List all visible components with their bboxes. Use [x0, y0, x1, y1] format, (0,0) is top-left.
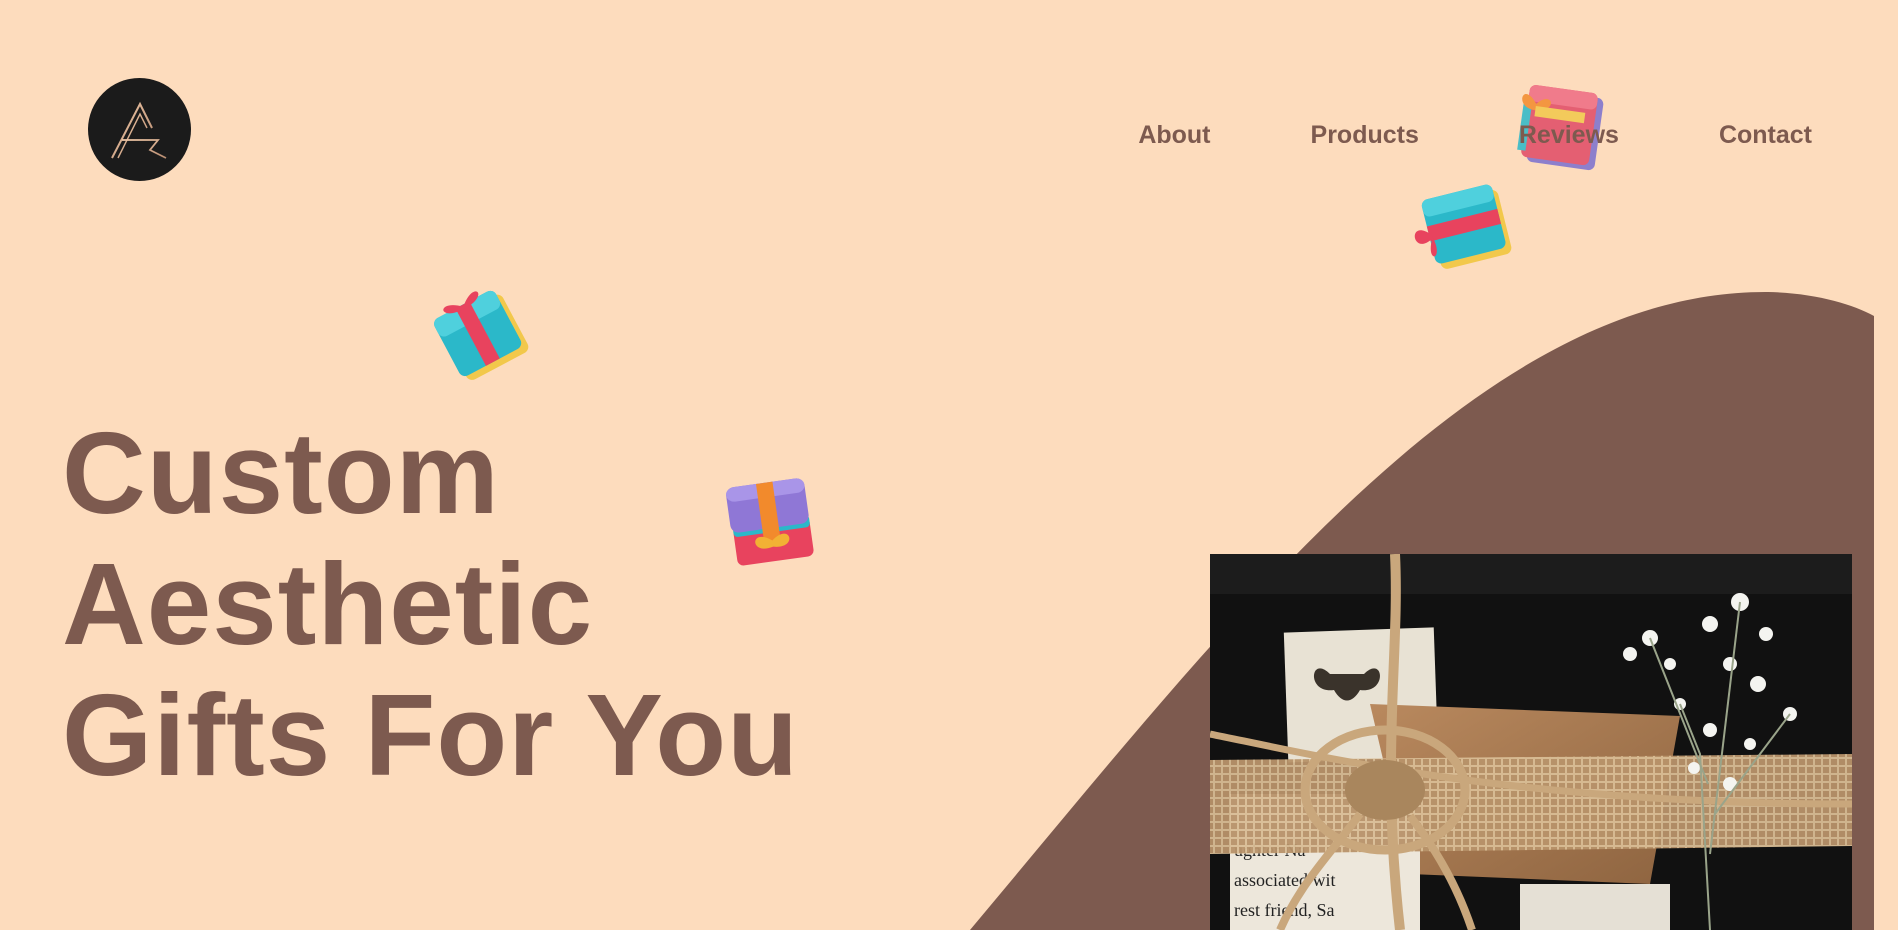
gift-product-photo: ughter Na associated wit rest friend, Sa — [1210, 554, 1852, 930]
gift-box-icon — [726, 478, 814, 566]
nav-contact-link[interactable]: Contact — [1719, 120, 1812, 150]
nav-products-link[interactable]: Products — [1311, 120, 1419, 150]
main-nav: About Products Reviews Contact — [1138, 120, 1812, 150]
hero-heading: Custom Aesthetic Gifts For You — [62, 408, 799, 801]
nav-about-link[interactable]: About — [1138, 120, 1210, 150]
nav-reviews-link[interactable]: Reviews — [1519, 120, 1619, 150]
hero-heading-line-3: Gifts For You — [62, 670, 799, 800]
photo-snippet-line-2: associated wit — [1234, 870, 1335, 890]
hero-heading-line-1: Custom — [62, 408, 500, 538]
hero-heading-line-2: Aesthetic — [62, 539, 594, 669]
